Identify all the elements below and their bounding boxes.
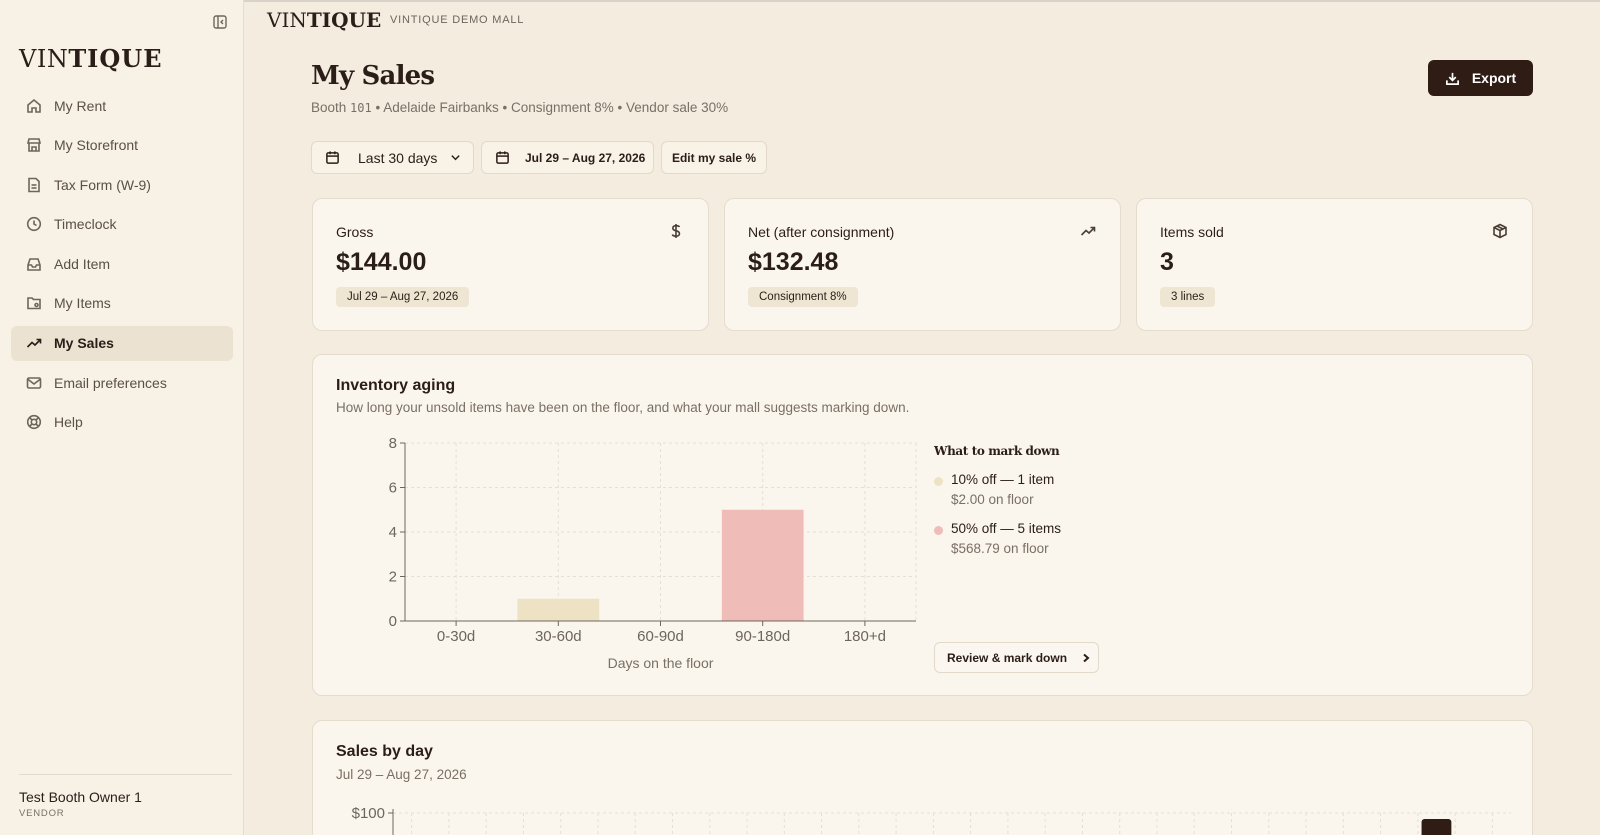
sidebar-item-my-storefront[interactable]: My Storefront (11, 128, 233, 163)
x-tick-label: 180+d (844, 628, 886, 645)
inventory-aging-card: Inventory aging How long your unsold ite… (312, 354, 1533, 696)
x-axis-label: Days on the floor (608, 655, 714, 671)
sidebar-divider (19, 774, 232, 775)
review-markdown-button[interactable]: Review & mark down (934, 642, 1099, 673)
range-select[interactable]: Last 30 days (311, 141, 474, 174)
date-range-value: Jul 29 – Aug 27, 2026 (525, 150, 646, 165)
edit-sale-button[interactable]: Edit my sale % (661, 141, 767, 174)
page-subtitle: Booth 101 • Adelaide Fairbanks • Consign… (311, 100, 729, 115)
markdown-sub: $2.00 on floor (951, 492, 1034, 507)
stat-badge: 3 lines (1160, 287, 1216, 307)
items-sold-card: Items sold 3 3 lines (1136, 198, 1533, 331)
sidebar-item-label: Email preferences (54, 374, 167, 391)
sidebar: VINTIQUE My Rent My Storefront Tax Form … (0, 0, 244, 835)
y-tick-label: 2 (389, 569, 397, 586)
stat-badge: Consignment 8% (748, 287, 858, 307)
y-tick-label: 8 (389, 435, 397, 452)
sales-by-day-card: Sales by day Jul 29 – Aug 27, 2026 $100 (312, 720, 1533, 835)
stat-badge: Jul 29 – Aug 27, 2026 (336, 287, 470, 307)
bar (1421, 819, 1452, 835)
sidebar-item-email-preferences[interactable]: Email preferences (11, 365, 233, 400)
sidebar-item-label: Help (54, 414, 83, 431)
markdown-label: 50% off — 5 items (951, 521, 1062, 536)
page-title: My Sales (311, 61, 435, 91)
card-description: How long your unsold items have been on … (336, 400, 910, 415)
markdown-sub: $568.79 on floor (951, 541, 1049, 556)
date-range-picker[interactable]: Jul 29 – Aug 27, 2026 (481, 141, 654, 174)
stat-value: $144.00 (336, 248, 427, 276)
inventory-aging-chart: 0 2 4 6 8 0-30d 30-60d 60-90d 90-180d 180+d Days o… (389, 435, 917, 671)
card-title: Sales by day (336, 743, 433, 760)
chevron-down-icon (451, 155, 461, 161)
sidebar-item-tax-form[interactable]: Tax Form (W-9) (11, 167, 233, 202)
export-button[interactable]: Export (1428, 60, 1533, 96)
user-name[interactable]: Test Booth Owner 1 (19, 789, 142, 805)
y-tick-label: $100 (352, 805, 385, 822)
sidebar-item-label: My Items (54, 295, 111, 312)
header-logo[interactable]: VINTIQUE (267, 8, 381, 32)
booth-number: 101 (350, 101, 372, 115)
home-icon (27, 98, 41, 113)
dollar-icon (671, 224, 681, 238)
y-tick-label: 4 (389, 524, 397, 541)
sidebar-item-timeclock[interactable]: Timeclock (11, 207, 233, 242)
chevron-right-icon (1083, 653, 1090, 662)
legend-dot (934, 526, 943, 535)
storefront-icon (26, 138, 42, 152)
package-icon (1493, 223, 1507, 239)
card-title: Inventory aging (336, 377, 456, 394)
gross-card: Gross $144.00 Jul 29 – Aug 27, 2026 (312, 198, 709, 331)
sidebar-item-my-sales[interactable]: My Sales (11, 325, 233, 361)
document-icon (28, 177, 40, 192)
sidebar-item-help[interactable]: Help (11, 405, 233, 440)
net-card: Net (after consignment) $132.48 Consignm… (724, 198, 1121, 331)
lifebuoy-icon (26, 415, 42, 430)
sidebar-item-label: Add Item (54, 255, 111, 272)
sidebar-item-my-rent[interactable]: My Rent (11, 88, 233, 123)
sidebar-item-label: Timeclock (54, 216, 117, 233)
x-tick-label: 60-90d (637, 628, 684, 645)
clock-icon (26, 217, 42, 232)
sidebar-item-label: My Rent (54, 97, 107, 114)
calendar-icon (496, 151, 509, 164)
legend-dot (934, 477, 943, 486)
markdown-label: 10% off — 1 item (951, 472, 1055, 487)
stat-value: $132.48 (748, 248, 839, 276)
stat-value: 3 (1160, 248, 1174, 276)
bar (721, 509, 804, 621)
mail-icon (26, 376, 42, 389)
download-icon (1445, 72, 1459, 85)
stat-label: Gross (336, 224, 374, 240)
x-tick-label: 90-180d (735, 628, 790, 645)
sidebar-logo[interactable]: VINTIQUE (19, 44, 163, 73)
stat-label: Net (after consignment) (748, 224, 895, 240)
sales-by-day-chart: $100 (352, 805, 1511, 835)
y-tick-label: 0 (389, 613, 397, 630)
user-role: VENDOR (19, 808, 65, 819)
x-tick-label: 0-30d (437, 628, 475, 645)
sidebar-nav: My Rent My Storefront Tax Form (W-9) Tim… (11, 88, 233, 444)
sidebar-collapse-icon[interactable] (212, 14, 228, 30)
calendar-icon (326, 151, 339, 164)
range-select-value: Last 30 days (358, 149, 438, 166)
trending-up-icon (26, 338, 42, 348)
inbox-icon (27, 258, 41, 271)
sidebar-item-add-item[interactable]: Add Item (11, 246, 233, 281)
sidebar-item-label: My Sales (54, 335, 114, 352)
folder-tag-icon (27, 297, 41, 310)
trending-up-icon (1080, 226, 1096, 236)
mall-name: VINTIQUE DEMO MALL (390, 14, 525, 26)
bar (517, 598, 600, 621)
x-tick-label: 30-60d (535, 628, 582, 645)
sidebar-item-my-items[interactable]: My Items (11, 286, 233, 321)
y-tick-label: 6 (389, 480, 397, 497)
sidebar-item-label: My Storefront (54, 137, 139, 154)
card-date-range: Jul 29 – Aug 27, 2026 (336, 767, 467, 782)
stat-label: Items sold (1160, 224, 1224, 240)
sidebar-item-label: Tax Form (W-9) (54, 176, 151, 193)
markdown-title: What to mark down (934, 444, 1060, 458)
